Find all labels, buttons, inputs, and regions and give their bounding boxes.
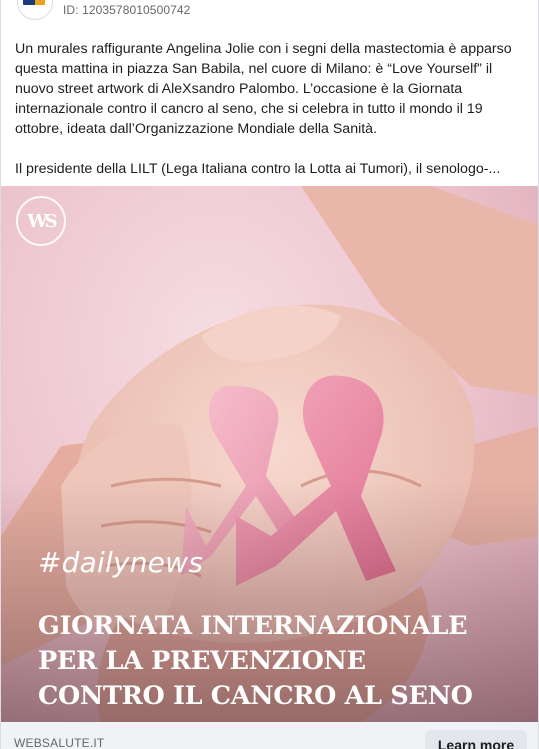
advertiser-logo-icon	[23, 0, 45, 5]
ad-card: ID: 1203578010500742 Un murales raffigur…	[0, 0, 539, 749]
body-paragraph: Un murales raffigurante Angelina Jolie c…	[15, 41, 512, 137]
body-paragraph: Il presidente della LILT (Lega Italiana …	[15, 161, 501, 177]
ad-footer: WEBSALUTE.IT Learn more	[1, 722, 538, 749]
hashtag-label: #dailynews	[38, 546, 203, 579]
ad-id-label: ID: 1203578010500742	[63, 3, 191, 17]
learn-more-button[interactable]: Learn more	[425, 730, 527, 749]
ad-header: ID: 1203578010500742	[1, 0, 538, 28]
headline-line: PER LA PREVENZIONE	[38, 646, 366, 676]
creative-headline: GIORNATA INTERNAZIONALE PER LA PREVENZIO…	[38, 609, 473, 714]
ad-creative-image[interactable]: WS #dailynews GIORNATA INTERNAZIONALE PE…	[1, 186, 538, 722]
headline-line: CONTRO IL CANCRO AL SENO	[38, 681, 473, 711]
link-domain[interactable]: WEBSALUTE.IT	[14, 736, 104, 749]
logo-text: WS	[27, 210, 57, 232]
advertiser-avatar[interactable]	[17, 0, 53, 20]
websalute-logo-icon: WS	[16, 196, 66, 246]
headline-line: GIORNATA INTERNAZIONALE	[38, 611, 468, 641]
ad-body-text: Un murales raffigurante Angelina Jolie c…	[15, 39, 527, 179]
